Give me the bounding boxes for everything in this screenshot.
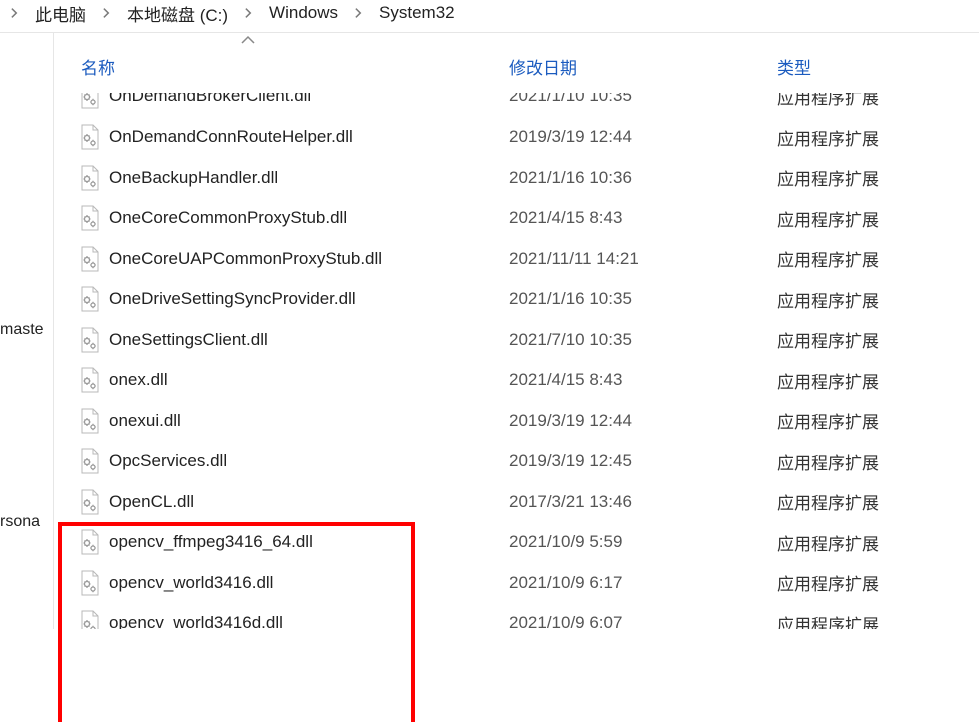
file-row[interactable]: OpenCL.dll 2017/3/21 13:46 应用程序扩展 — [54, 482, 979, 523]
dll-file-icon — [54, 367, 109, 393]
file-date: 2021/11/11 14:21 — [509, 249, 777, 269]
file-date: 2019/3/19 12:44 — [509, 411, 777, 431]
file-name: OpcServices.dll — [109, 451, 509, 471]
pin-icon[interactable] — [0, 277, 30, 297]
breadcrumb-this-pc[interactable]: 此电脑 — [31, 0, 90, 28]
nav-item-truncated[interactable]: rsona — [0, 513, 40, 531]
file-row[interactable]: OneDriveSettingSyncProvider.dll 2021/1/1… — [54, 279, 979, 320]
file-rows: OnDemandBrokerClient.dll 2021/1/10 10:35… — [54, 93, 979, 629]
file-row[interactable]: OneSettingsClient.dll 2021/7/10 10:35 应用… — [54, 320, 979, 361]
file-date: 2021/10/9 5:59 — [509, 532, 777, 552]
file-row[interactable]: OnDemandBrokerClient.dll 2021/1/10 10:35… — [54, 93, 979, 117]
file-type: 应用程序扩展 — [777, 489, 979, 514]
chevron-right-icon[interactable] — [98, 6, 115, 20]
file-type: 应用程序扩展 — [777, 165, 979, 190]
file-date: 2021/1/16 10:36 — [509, 168, 777, 188]
file-type: 应用程序扩展 — [777, 530, 979, 555]
file-date: 2021/1/16 10:35 — [509, 289, 777, 309]
nav-item-truncated[interactable]: maste — [0, 321, 44, 339]
file-name: OneSettingsClient.dll — [109, 330, 509, 350]
file-name: OneCoreUAPCommonProxyStub.dll — [109, 249, 509, 269]
sort-ascending-icon — [240, 35, 256, 45]
file-name: OnDemandConnRouteHelper.dll — [109, 127, 509, 147]
dll-file-icon — [54, 165, 109, 191]
file-name: opencv_ffmpeg3416_64.dll — [109, 532, 509, 552]
column-header-type[interactable]: 类型 — [777, 54, 979, 79]
file-type: 应用程序扩展 — [777, 287, 979, 312]
file-date: 2021/1/10 10:35 — [509, 93, 777, 106]
file-name: opencv_world3416.dll — [109, 573, 509, 593]
dll-file-icon — [54, 529, 109, 555]
dll-file-icon — [54, 327, 109, 353]
breadcrumb-drive-c[interactable]: 本地磁盘 (C:) — [123, 0, 232, 28]
file-name: OneDriveSettingSyncProvider.dll — [109, 289, 509, 309]
file-date: 2021/7/10 10:35 — [509, 330, 777, 350]
column-header-name[interactable]: 名称 — [54, 54, 509, 79]
dll-file-icon — [54, 570, 109, 596]
navigation-pane: maste rsona — [0, 33, 54, 629]
dll-file-icon — [54, 205, 109, 231]
file-name: OneCoreCommonProxyStub.dll — [109, 208, 509, 228]
chevron-right-icon[interactable] — [6, 6, 23, 20]
file-row[interactable]: opencv_world3416d.dll 2021/10/9 6:07 应用程… — [54, 603, 979, 629]
file-row[interactable]: OpcServices.dll 2019/3/19 12:45 应用程序扩展 — [54, 441, 979, 482]
dll-file-icon — [54, 408, 109, 434]
file-row[interactable]: onexui.dll 2019/3/19 12:44 应用程序扩展 — [54, 401, 979, 442]
file-date: 2019/3/19 12:44 — [509, 127, 777, 147]
dll-file-icon — [54, 610, 109, 629]
dll-file-icon — [54, 489, 109, 515]
dll-file-icon — [54, 448, 109, 474]
dll-file-icon — [54, 124, 109, 150]
file-row[interactable]: OneCoreCommonProxyStub.dll 2021/4/15 8:4… — [54, 198, 979, 239]
file-date: 2017/3/21 13:46 — [509, 492, 777, 512]
file-type: 应用程序扩展 — [777, 449, 979, 474]
file-name: onex.dll — [109, 370, 509, 390]
file-type: 应用程序扩展 — [777, 93, 979, 109]
breadcrumb-windows[interactable]: Windows — [265, 1, 342, 25]
file-type: 应用程序扩展 — [777, 246, 979, 271]
column-headers: 名称 修改日期 类型 — [54, 33, 979, 83]
file-name: OpenCL.dll — [109, 492, 509, 512]
file-date: 2021/10/9 6:07 — [509, 613, 777, 629]
file-row[interactable]: OneCoreUAPCommonProxyStub.dll 2021/11/11… — [54, 239, 979, 280]
file-date: 2021/4/15 8:43 — [509, 370, 777, 390]
file-date: 2021/10/9 6:17 — [509, 573, 777, 593]
file-date: 2019/3/19 12:45 — [509, 451, 777, 471]
breadcrumb-system32[interactable]: System32 — [375, 1, 459, 25]
column-header-date[interactable]: 修改日期 — [509, 54, 777, 79]
file-date: 2021/4/15 8:43 — [509, 208, 777, 228]
dll-file-icon — [54, 246, 109, 272]
file-row[interactable]: opencv_ffmpeg3416_64.dll 2021/10/9 5:59 … — [54, 522, 979, 563]
pin-icon[interactable] — [0, 181, 30, 201]
main-area: maste rsona 名称 修改日期 类型 OnDemandBrokerCli… — [0, 33, 979, 629]
file-type: 应用程序扩展 — [777, 570, 979, 595]
file-name: opencv_world3416d.dll — [109, 613, 509, 629]
file-type: 应用程序扩展 — [777, 611, 979, 629]
file-type: 应用程序扩展 — [777, 206, 979, 231]
file-row[interactable]: onex.dll 2021/4/15 8:43 应用程序扩展 — [54, 360, 979, 401]
file-list-pane: 名称 修改日期 类型 OnDemandBrokerClient.dll 2021… — [54, 33, 979, 629]
dll-file-icon — [54, 93, 109, 109]
file-name: onexui.dll — [109, 411, 509, 431]
file-type: 应用程序扩展 — [777, 125, 979, 150]
file-row[interactable]: opencv_world3416.dll 2021/10/9 6:17 应用程序… — [54, 563, 979, 604]
file-name: OneBackupHandler.dll — [109, 168, 509, 188]
pin-icon[interactable] — [0, 133, 30, 153]
breadcrumb: 此电脑 本地磁盘 (C:) Windows System32 — [0, 0, 979, 32]
file-type: 应用程序扩展 — [777, 408, 979, 433]
chevron-right-icon[interactable] — [240, 6, 257, 20]
file-row[interactable]: OneBackupHandler.dll 2021/1/16 10:36 应用程… — [54, 158, 979, 199]
chevron-right-icon[interactable] — [350, 6, 367, 20]
file-name: OnDemandBrokerClient.dll — [109, 93, 509, 106]
file-type: 应用程序扩展 — [777, 368, 979, 393]
file-type: 应用程序扩展 — [777, 327, 979, 352]
pin-icon[interactable] — [0, 229, 30, 249]
file-row[interactable]: OnDemandConnRouteHelper.dll 2019/3/19 12… — [54, 117, 979, 158]
dll-file-icon — [54, 286, 109, 312]
